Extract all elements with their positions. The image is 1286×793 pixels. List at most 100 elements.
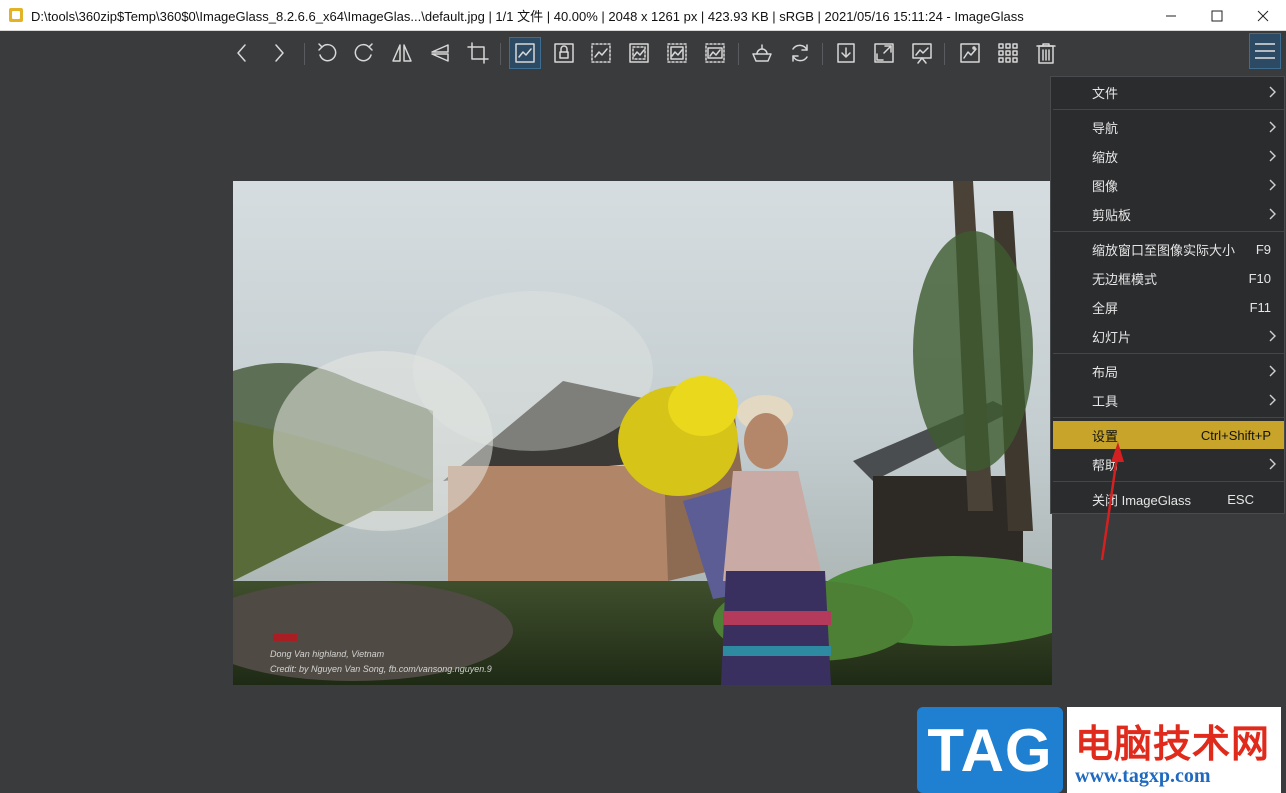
toolbar — [0, 31, 1286, 76]
menu-separator — [1053, 417, 1284, 418]
scale-to-fill-button[interactable] — [699, 37, 731, 69]
minimize-icon — [1166, 15, 1176, 16]
photo-caption-credit: Credit: by Nguyen Van Song, fb.com/vanso… — [270, 664, 492, 674]
menu-item-fullscreen[interactable]: 全屏 F11 — [1053, 293, 1284, 321]
menu-item-label: 缩放 — [1092, 149, 1119, 165]
watermark-url: www.tagxp.com — [1075, 765, 1211, 787]
minimize-button[interactable] — [1148, 0, 1194, 31]
color-picker-button[interactable] — [746, 37, 778, 69]
next-image-button[interactable] — [263, 37, 295, 69]
flip-vertical-icon — [431, 44, 449, 62]
scale-to-width-icon — [591, 43, 611, 63]
title-bar: D:\tools\360zip$Temp\360$0\ImageGlass_8.… — [0, 0, 1286, 31]
previous-image-button[interactable] — [226, 37, 258, 69]
toolbar-separator — [304, 43, 305, 65]
menu-item-image[interactable]: 图像 — [1053, 171, 1284, 199]
trash-icon — [1036, 43, 1056, 64]
scale-to-height-button[interactable] — [623, 37, 655, 69]
submenu-arrow-icon — [1266, 394, 1278, 406]
imageglass-app-icon — [9, 8, 23, 22]
submenu-arrow-icon — [1266, 121, 1278, 133]
lock-zoom-button[interactable] — [548, 37, 580, 69]
watermark-tag-logo: TAG — [917, 707, 1063, 793]
slideshow-button[interactable] — [906, 37, 938, 69]
menu-item-tools[interactable]: 工具 — [1053, 386, 1284, 414]
rotate-right-icon — [354, 43, 373, 62]
rotate-left-icon — [318, 43, 337, 62]
set-wallpaper-button[interactable] — [954, 37, 986, 69]
crop-button[interactable] — [462, 37, 494, 69]
menu-item-layout[interactable]: 布局 — [1053, 357, 1284, 385]
menu-item-label: 幻灯片 — [1092, 329, 1132, 345]
scale-to-width-button[interactable] — [585, 37, 617, 69]
flip-horizontal-icon — [392, 44, 412, 62]
submenu-arrow-icon — [1266, 330, 1278, 342]
menu-item-label: 无边框模式 — [1092, 271, 1158, 287]
submenu-arrow-icon — [1266, 179, 1278, 191]
menu-item-zoom[interactable]: 缩放 — [1053, 142, 1284, 170]
photographer-stamp — [273, 634, 297, 641]
menu-item-shortcut: F11 — [1249, 299, 1271, 315]
open-file-button[interactable] — [830, 37, 862, 69]
flip-horizontal-button[interactable] — [386, 37, 418, 69]
menu-item-navigation[interactable]: 导航 — [1053, 113, 1284, 141]
menu-item-shortcut: F9 — [1255, 241, 1271, 257]
menu-item-label: 布局 — [1092, 364, 1119, 380]
refresh-icon — [792, 44, 808, 62]
auto-zoom-button[interactable] — [509, 37, 541, 69]
maximize-button[interactable] — [1194, 0, 1240, 31]
displayed-photo — [233, 181, 1052, 685]
delete-button[interactable] — [1030, 37, 1062, 69]
submenu-arrow-icon — [1266, 150, 1278, 162]
toolbar-separator — [822, 43, 823, 65]
flip-vertical-button[interactable] — [424, 37, 456, 69]
photo-caption-location: Dong Van highland, Vietnam — [270, 649, 385, 659]
grid-icon — [998, 43, 1018, 63]
menu-item-clipboard[interactable]: 剪贴板 — [1053, 200, 1284, 228]
submenu-arrow-icon — [1266, 208, 1278, 220]
close-icon — [1257, 10, 1269, 21]
auto-zoom-icon — [515, 43, 535, 63]
menu-separator — [1053, 353, 1284, 354]
menu-item-fit-window-to-image[interactable]: 缩放窗口至图像实际大小 F9 — [1053, 235, 1284, 263]
hamburger-menu-icon — [1255, 43, 1275, 59]
menu-item-label: 导航 — [1092, 120, 1119, 136]
scale-to-height-icon — [629, 43, 649, 63]
toolbar-separator — [944, 43, 945, 65]
toolbar-separator — [500, 43, 501, 65]
submenu-arrow-icon — [1266, 365, 1278, 377]
thumbnail-bar-button[interactable] — [992, 37, 1024, 69]
menu-item-exit[interactable]: 关闭 ImageGlass ESC — [1053, 485, 1284, 513]
rotate-right-button[interactable] — [348, 37, 380, 69]
menu-item-label: 剪贴板 — [1092, 207, 1132, 223]
menu-item-shortcut: Ctrl+Shift+P — [1200, 427, 1271, 443]
chevron-right-icon — [275, 44, 284, 62]
menu-item-shortcut: F10 — [1248, 270, 1271, 286]
scale-to-fill-icon — [705, 43, 725, 63]
expand-icon — [874, 43, 894, 63]
watermark-title: 电脑技术网 — [1075, 724, 1271, 766]
menu-item-shortcut: ESC — [1227, 491, 1254, 507]
menu-item-slideshow[interactable]: 幻灯片 — [1053, 322, 1284, 350]
main-menu-button[interactable] — [1249, 33, 1281, 69]
close-button[interactable] — [1240, 0, 1286, 31]
refresh-button[interactable] — [784, 37, 816, 69]
fullscreen-button[interactable] — [868, 37, 900, 69]
menu-separator — [1053, 109, 1284, 110]
rotate-left-button[interactable] — [311, 37, 343, 69]
menu-item-frameless[interactable]: 无边框模式 F10 — [1053, 264, 1284, 292]
menu-separator — [1053, 481, 1284, 482]
slideshow-icon — [912, 43, 932, 64]
toolbar-separator — [738, 43, 739, 65]
watermark-text-block: 电脑技术网 www.tagxp.com — [1067, 707, 1281, 793]
menu-item-help[interactable]: 帮助 — [1053, 450, 1284, 478]
open-file-icon — [837, 43, 855, 63]
scale-to-fit-button[interactable] — [661, 37, 693, 69]
submenu-arrow-icon — [1266, 86, 1278, 98]
menu-item-file[interactable]: 文件 — [1053, 78, 1284, 106]
menu-item-label: 文件 — [1092, 85, 1119, 101]
scale-to-fit-icon — [667, 43, 687, 63]
menu-item-settings[interactable]: 设置 Ctrl+Shift+P — [1053, 421, 1284, 449]
maximize-icon — [1211, 10, 1223, 21]
image-icon — [960, 43, 980, 63]
